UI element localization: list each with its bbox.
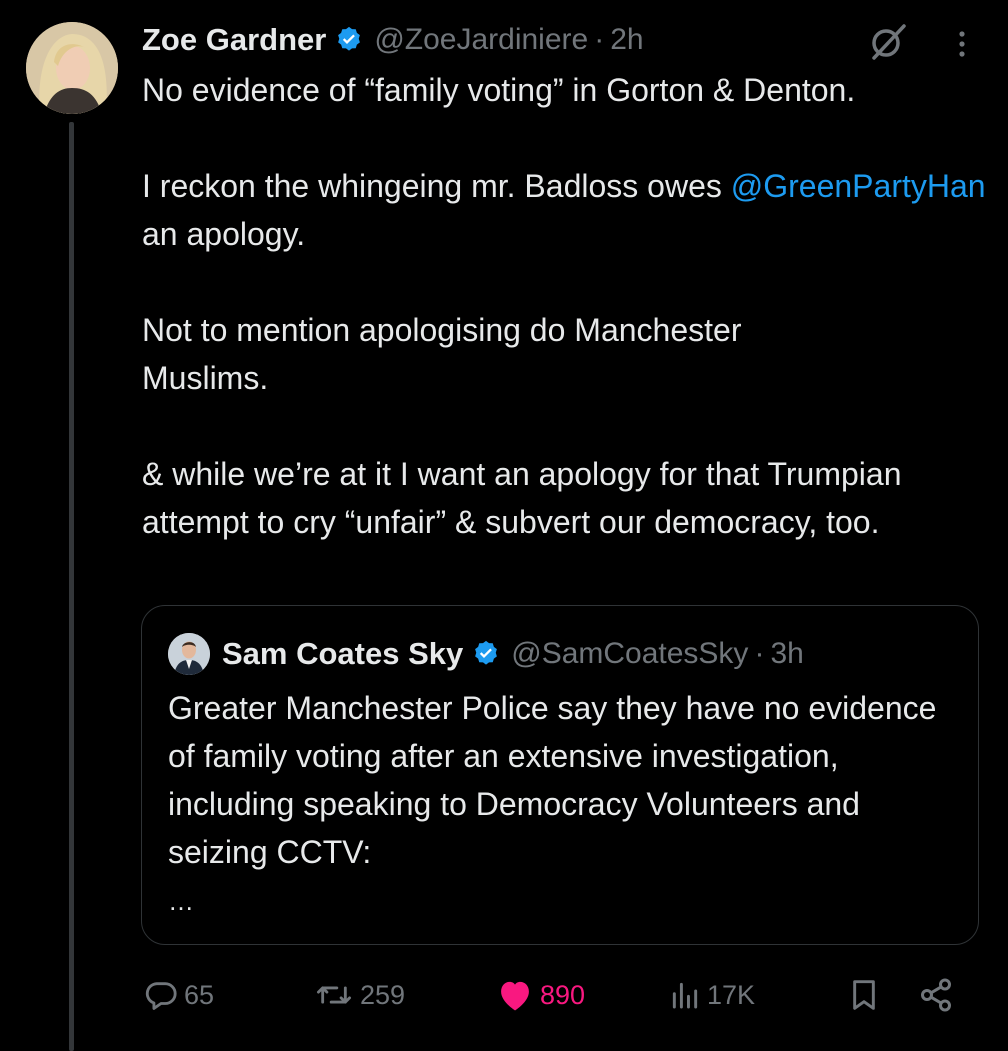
views-bar-icon <box>672 982 698 1009</box>
tweet-paragraph: & while we’re at it I want an apology fo… <box>142 456 902 540</box>
tweet-header: Zoe Gardner @ZoeJardiniere · 2h <box>142 16 982 64</box>
quoted-author-handle: @SamCoatesSky <box>511 637 749 670</box>
verified-badge-icon <box>471 639 501 669</box>
quoted-author-name: Sam Coates Sky <box>222 636 464 671</box>
author-handle[interactable]: @ZoeJardiniere <box>374 23 588 57</box>
like-count: 890 <box>540 979 586 1010</box>
bookmark-button[interactable] <box>848 970 880 1020</box>
views-count: 17K <box>707 979 756 1010</box>
share-button[interactable] <box>918 970 954 1020</box>
like-button[interactable]: 890 <box>496 970 585 1020</box>
separator-dot: · <box>594 23 605 56</box>
verified-badge-icon <box>334 25 364 55</box>
views-button[interactable]: 17K <box>669 970 755 1020</box>
paragraph-text: an apology. <box>142 216 306 252</box>
bookmark-icon <box>853 980 875 1010</box>
author-avatar[interactable] <box>26 22 118 114</box>
reply-icon <box>145 982 177 1010</box>
quoted-tweet-ellipsis: … <box>168 886 194 916</box>
grok-icon[interactable] <box>866 22 910 62</box>
tweet-time[interactable]: 2h <box>610 23 643 57</box>
reply-count: 65 <box>184 979 215 1010</box>
separator-dot: · <box>754 637 765 670</box>
quoted-tweet-header: Sam Coates Sky @SamCoatesSky · 3h <box>168 630 968 678</box>
more-vertical-icon[interactable] <box>950 24 974 64</box>
mention-link[interactable]: @GreenPartyHan <box>731 168 986 204</box>
quoted-tweet-time: 3h <box>770 637 804 670</box>
repost-button[interactable]: 259 <box>314 970 405 1020</box>
tweet-paragraph: Not to mention apologising do Manchester… <box>142 312 742 396</box>
paragraph-text: I reckon the whingeing mr. Badloss owes <box>142 168 731 204</box>
repost-icon <box>317 986 352 1004</box>
tweet-text: No evidence of “family voting” in Gorton… <box>142 66 992 546</box>
quoted-tweet-card[interactable]: Sam Coates Sky @SamCoatesSky · 3h Greate… <box>141 605 979 945</box>
heart-filled-icon <box>501 981 529 1011</box>
author-name[interactable]: Zoe Gardner <box>142 22 326 58</box>
quoted-tweet-text: Greater Manchester Police say they have … <box>168 690 937 870</box>
share-icon <box>921 978 951 1012</box>
tweet-action-bar: 65 259 890 17K <box>142 970 972 1020</box>
thread-line <box>69 122 74 1051</box>
repost-count: 259 <box>360 979 406 1010</box>
tweet-paragraph: I reckon the whingeing mr. Badloss owes … <box>142 162 992 258</box>
quoted-author-avatar <box>168 633 210 675</box>
reply-button[interactable]: 65 <box>144 970 214 1020</box>
tweet-paragraph: No evidence of “family voting” in Gorton… <box>142 72 856 108</box>
